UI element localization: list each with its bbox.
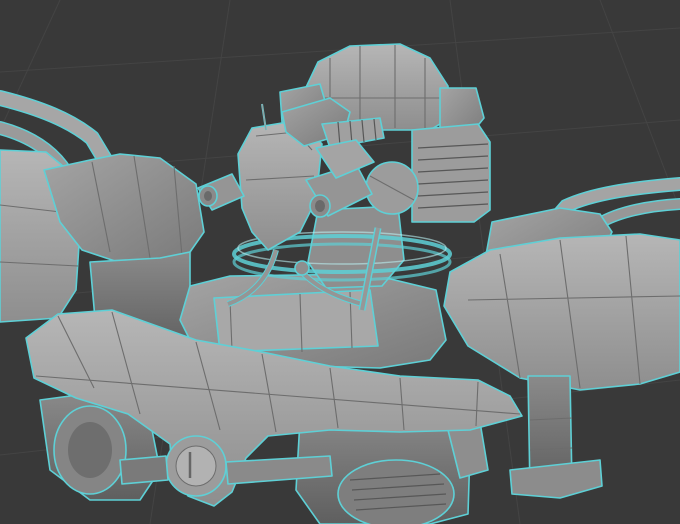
viewport-canvas[interactable] xyxy=(0,0,680,524)
3d-viewport[interactable] xyxy=(0,0,680,524)
right-leg-strut[interactable] xyxy=(509,375,603,499)
mech-radiator-fins[interactable] xyxy=(411,123,491,223)
right-arm-block[interactable] xyxy=(443,207,680,391)
front-knuckle-joint[interactable] xyxy=(165,435,227,497)
